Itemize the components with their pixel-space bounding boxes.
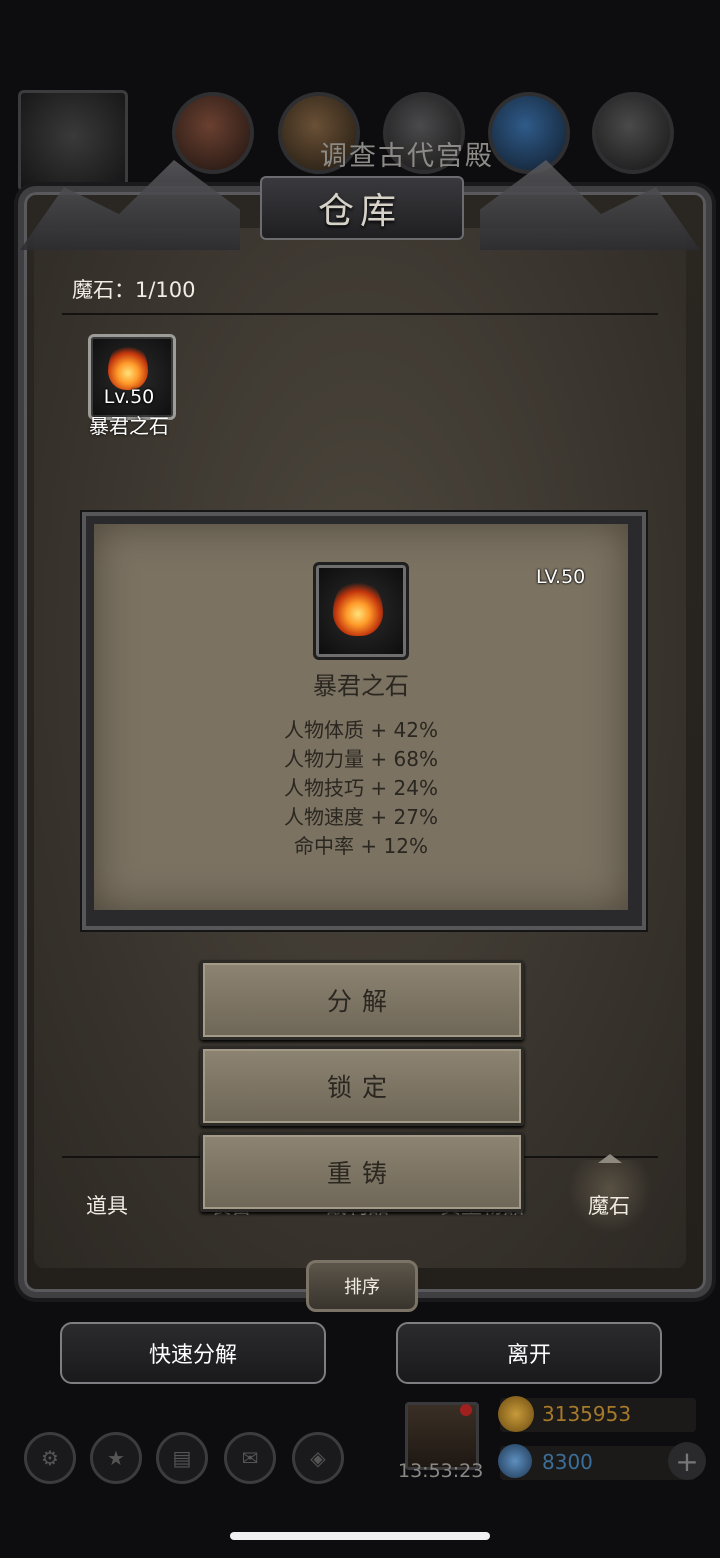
quest-title: 调查古代宫殿 — [320, 141, 494, 172]
tab-magic-stones[interactable]: 魔石 — [588, 1190, 630, 1220]
cube-icon[interactable]: ◈ — [292, 1432, 344, 1484]
warehouse-title: 仓库 — [317, 191, 402, 232]
detail-level: LV.50 — [536, 566, 586, 588]
quick-decompose-button[interactable]: 快速分解 — [60, 1322, 326, 1384]
stat-line: 人物技巧 + 24% — [284, 776, 438, 800]
tab-arrow-icon — [598, 1154, 622, 1163]
gem-icon — [498, 1444, 532, 1478]
slot-item-name: 暴君之石 — [89, 414, 169, 438]
decompose-button[interactable]: 分解 — [200, 960, 524, 1040]
mail-icon[interactable]: ✉ — [224, 1432, 276, 1484]
stat-line: 人物力量 + 68% — [284, 747, 438, 771]
stat-list: 人物体质 + 42% 人物力量 + 68% 人物技巧 + 24% 人物速度 + … — [94, 716, 628, 861]
sort-button[interactable]: 排序 — [306, 1260, 418, 1312]
detail-item-name: 暴君之石 — [313, 672, 409, 700]
resource-crystal-icon — [488, 92, 570, 174]
home-indicator — [230, 1532, 490, 1540]
notification-dot — [460, 1404, 472, 1416]
gem-amount: 8300 — [542, 1450, 593, 1474]
lock-button[interactable]: 锁定 — [200, 1046, 524, 1126]
gift-timer: 13:53:23 — [398, 1460, 484, 1482]
resource-stone-icon — [592, 92, 674, 174]
frame-ornament-right — [480, 160, 700, 250]
player-portrait — [18, 90, 128, 192]
resource-meat-icon — [172, 92, 254, 174]
leave-button[interactable]: 离开 — [396, 1322, 662, 1384]
book-icon[interactable]: ▤ — [156, 1432, 208, 1484]
settings-icon[interactable]: ⚙ — [24, 1432, 76, 1484]
slot-level: Lv.50 — [103, 386, 155, 408]
stat-line: 命中率 + 12% — [294, 834, 428, 858]
reforge-button[interactable]: 重铸 — [200, 1132, 524, 1212]
gold-amount: 3135953 — [542, 1402, 632, 1426]
stat-line: 人物体质 + 42% — [284, 718, 438, 742]
achievement-icon[interactable]: ★ — [90, 1432, 142, 1484]
gold-coin-icon — [498, 1396, 534, 1432]
plus-icon[interactable]: + — [668, 1442, 706, 1480]
tab-items[interactable]: 道具 — [86, 1190, 128, 1220]
stone-count-label: 魔石：1/100 — [72, 278, 196, 302]
stat-line: 人物速度 + 27% — [284, 805, 438, 829]
divider — [62, 313, 658, 315]
